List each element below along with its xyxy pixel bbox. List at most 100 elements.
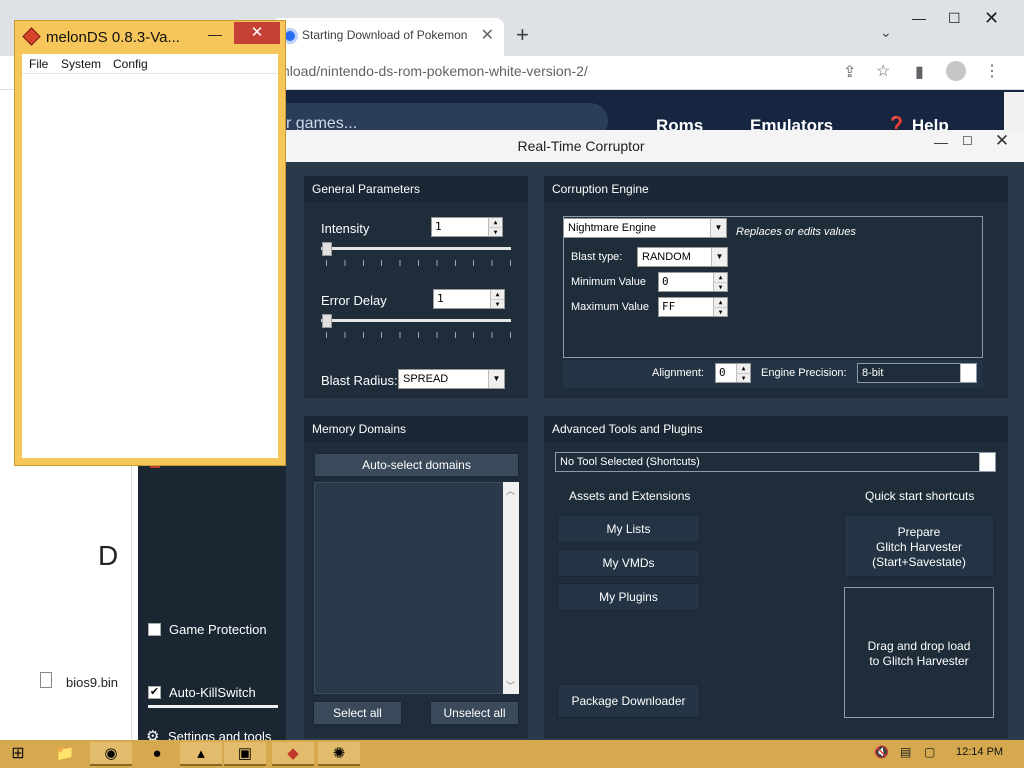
browser-close-button[interactable]: ✕: [984, 8, 999, 29]
my-vmds-button[interactable]: My VMDs: [557, 549, 700, 577]
tab-title: Starting Download of Pokemon: [302, 28, 468, 42]
rtc-maximize-button[interactable]: ☐: [962, 134, 973, 148]
7zip-taskbar-icon[interactable]: ▣: [224, 742, 266, 766]
alignment-input[interactable]: 0 ▲ ▼: [715, 363, 751, 383]
quick-start-header: Quick start shortcuts: [865, 489, 975, 503]
browser-tab[interactable]: Starting Download of Pokemon ✕: [272, 18, 504, 56]
spin-up-icon[interactable]: ▲: [713, 273, 727, 282]
maximum-value-label: Maximum Value: [571, 301, 650, 313]
assets-extensions-header: Assets and Extensions: [569, 489, 691, 503]
error-delay-input[interactable]: 1 ▲ ▼: [433, 289, 505, 309]
alignment-value: 0: [719, 366, 726, 379]
app-taskbar-icon[interactable]: ▴: [180, 742, 222, 766]
drag-drop-zone[interactable]: Drag and drop load to Glitch Harvester: [844, 587, 994, 718]
melonds-close-button[interactable]: ✕: [234, 22, 280, 44]
chevron-down-icon: ▼: [488, 370, 504, 388]
killswitch-progress-bar: [148, 705, 278, 708]
intensity-value: 1: [435, 220, 442, 233]
firefox-taskbar-icon[interactable]: ●: [136, 742, 178, 766]
my-plugins-button[interactable]: My Plugins: [557, 583, 700, 611]
blast-radius-select[interactable]: SPREAD ▼: [398, 369, 505, 389]
network-icon[interactable]: ▤: [900, 745, 911, 759]
menu-config[interactable]: Config: [113, 57, 148, 71]
engine-description: Replaces or edits values: [736, 226, 856, 238]
windows-start-icon[interactable]: ⊞: [0, 741, 36, 767]
my-lists-button[interactable]: My Lists: [557, 515, 700, 543]
menu-system[interactable]: System: [61, 57, 101, 71]
rtc-minimize-button[interactable]: —: [934, 134, 948, 150]
notification-icon[interactable]: ▢: [924, 745, 935, 759]
menu-file[interactable]: File: [29, 57, 48, 71]
blast-type-label: Blast type:: [571, 251, 623, 263]
engine-select[interactable]: Nightmare Engine ▼: [563, 218, 727, 238]
package-downloader-button[interactable]: Package Downloader: [557, 684, 700, 718]
intensity-slider-track[interactable]: [321, 247, 511, 250]
melonds-minimize-button[interactable]: —: [208, 26, 222, 42]
select-all-button[interactable]: Select all: [313, 701, 402, 725]
game-protection-checkbox[interactable]: [148, 623, 161, 636]
minimum-value-input[interactable]: 0 ▲ ▼: [658, 272, 728, 292]
page-left-content: [22, 466, 132, 740]
chrome-taskbar-icon[interactable]: ◉: [90, 742, 132, 766]
spin-up-icon[interactable]: ▲: [488, 218, 502, 227]
chevron-up-icon[interactable]: ︿: [506, 484, 515, 497]
maximum-value-input[interactable]: FF ▲ ▼: [658, 297, 728, 317]
alignment-label: Alignment:: [652, 367, 704, 379]
error-delay-value: 1: [437, 292, 444, 305]
spin-down-icon[interactable]: ▼: [488, 227, 502, 236]
share-icon[interactable]: ⇪: [843, 62, 856, 82]
blast-type-select[interactable]: RANDOM ▼: [637, 247, 728, 267]
browser-minimize-button[interactable]: —: [912, 10, 926, 26]
memory-domains-header: Memory Domains: [304, 416, 528, 442]
spin-down-icon[interactable]: ▼: [736, 373, 750, 382]
intensity-input[interactable]: 1 ▲ ▼: [431, 217, 503, 237]
error-delay-slider-thumb[interactable]: [322, 314, 332, 328]
side-panel-icon[interactable]: ▮: [915, 62, 924, 82]
intensity-slider-thumb[interactable]: [322, 242, 332, 256]
dragdrop-line-1: Drag and drop load: [867, 639, 971, 653]
auto-select-domains-button[interactable]: Auto-select domains: [314, 453, 519, 477]
memory-domains-list[interactable]: [314, 482, 519, 694]
clock[interactable]: 12:14 PM: [956, 746, 1003, 758]
engine-precision-select[interactable]: 8-bit ▼: [857, 363, 977, 383]
auto-killswitch-label: Auto-KillSwitch: [169, 685, 256, 700]
prepare-glitch-harvester-button[interactable]: Prepare Glitch Harvester (Start+Savestat…: [844, 515, 994, 577]
file-label[interactable]: bios9.bin: [66, 675, 118, 690]
engine-precision-value: 8-bit: [862, 367, 884, 379]
browser-maximize-button[interactable]: ☐: [948, 10, 961, 27]
page-partial-heading: D: [98, 540, 119, 571]
general-parameters-panel: General Parameters: [304, 176, 528, 398]
minimum-value: 0: [662, 275, 669, 288]
chevron-down-icon[interactable]: ﹀: [506, 679, 515, 692]
maximum-value: FF: [662, 300, 676, 313]
game-protection-label: Game Protection: [169, 622, 267, 637]
blast-radius-label: Blast Radius:: [321, 373, 398, 388]
spin-down-icon[interactable]: ▼: [490, 299, 504, 308]
melonds-taskbar-icon[interactable]: ◆: [272, 742, 314, 766]
spin-up-icon[interactable]: ▲: [490, 290, 504, 299]
volume-muted-icon[interactable]: 🔇: [874, 745, 889, 759]
unselect-all-button[interactable]: Unselect all: [430, 701, 519, 725]
bookmark-star-icon[interactable]: ☆: [876, 61, 890, 81]
kebab-menu-icon[interactable]: ⋮: [984, 61, 1000, 81]
error-delay-slider-track[interactable]: [321, 319, 511, 322]
tab-close-icon[interactable]: ✕: [481, 25, 494, 45]
address-bar[interactable]: nload/nintendo-ds-rom-pokemon-white-vers…: [282, 63, 588, 79]
auto-killswitch-checkbox[interactable]: ✔: [148, 686, 161, 699]
spin-down-icon[interactable]: ▼: [713, 282, 727, 291]
prepare-line-3: (Start+Savestate): [872, 555, 966, 569]
profile-avatar-icon[interactable]: [946, 61, 966, 81]
chevron-down-icon: ▼: [711, 248, 727, 266]
file-explorer-icon[interactable]: 📁: [44, 742, 86, 766]
domains-list-scrollbar[interactable]: ︿ ﹀: [503, 482, 519, 694]
spin-up-icon[interactable]: ▲: [713, 298, 727, 307]
new-tab-button[interactable]: +: [516, 22, 529, 48]
rtc-close-button[interactable]: ✕: [980, 130, 1024, 154]
chevron-down-icon: ▼: [960, 364, 976, 382]
melonds-screen[interactable]: [22, 74, 278, 458]
spin-down-icon[interactable]: ▼: [713, 307, 727, 316]
rtc-taskbar-icon[interactable]: ✺: [318, 742, 360, 766]
tab-search-chevron-icon[interactable]: ⌄: [880, 24, 892, 41]
tool-select[interactable]: No Tool Selected (Shortcuts) ▼: [555, 452, 996, 472]
spin-up-icon[interactable]: ▲: [736, 364, 750, 373]
